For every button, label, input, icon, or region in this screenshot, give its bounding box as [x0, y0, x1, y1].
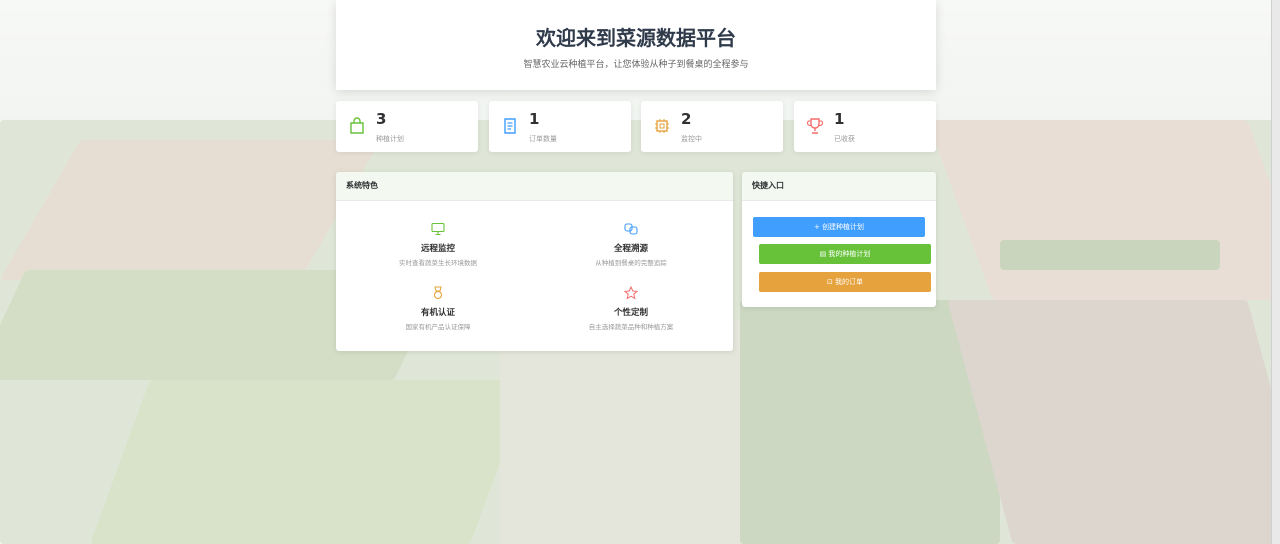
quick-entry-title: 快捷入口 [742, 172, 936, 201]
window-scrollbar[interactable] [1271, 0, 1280, 544]
feature-title: 远程监控 [420, 244, 455, 254]
my-plans-button[interactable]: ▤ 我的种植计划 [759, 244, 931, 264]
feature-desc: 实时查看蔬菜生长环境数据 [399, 259, 477, 267]
stat-label: 监控中 [681, 135, 702, 143]
quick-entry-card: 快捷入口 + 创建种植计划 ▤ 我的种植计划 ⊡ 我的订单 [742, 172, 936, 307]
feature-desc: 从种植到餐桌的完整追踪 [595, 259, 667, 267]
medal-icon [433, 286, 443, 300]
stat-value: 2 [681, 110, 692, 128]
stat-card-plans: 3 种植计划 [336, 101, 478, 152]
link-icon [624, 223, 638, 235]
page-subtitle: 智慧农业云种植平台，让您体验从种子到餐桌的全程参与 [523, 60, 749, 70]
stat-card-orders: 1 订单数量 [489, 101, 631, 152]
feature-desc: 自主选择蔬菜品种和种植方案 [588, 323, 674, 331]
feature-title: 有机认证 [420, 308, 455, 318]
feature-title: 全程溯源 [613, 244, 648, 254]
feature-traceability: 全程溯源 从种植到餐桌的完整追踪 [551, 222, 711, 267]
stat-value: 1 [529, 110, 540, 128]
feature-title: 个性定制 [613, 308, 648, 318]
stat-card-monitoring: 2 监控中 [641, 101, 783, 152]
stat-label: 已收获 [834, 135, 855, 143]
stat-value: 3 [376, 110, 387, 128]
stat-value: 1 [834, 110, 845, 128]
feature-remote-monitoring: 远程监控 实时查看蔬菜生长环境数据 [358, 222, 518, 267]
shopping-bag-icon [350, 117, 364, 134]
features-card: 系统特色 远程监控 实时查看蔬菜生长环境数据 全程溯源 从种植到餐桌的完整追踪 … [336, 172, 733, 351]
monitor-icon [431, 222, 445, 236]
features-card-title: 系统特色 [336, 172, 733, 201]
feature-desc: 国家有机产品认证保障 [405, 323, 471, 331]
chip-icon [655, 119, 669, 133]
trophy-icon [806, 118, 824, 134]
stat-label: 订单数量 [529, 135, 557, 143]
stat-label: 种植计划 [376, 135, 404, 143]
star-icon [624, 286, 638, 300]
welcome-banner: 欢迎来到菜源数据平台 智慧农业云种植平台，让您体验从种子到餐桌的全程参与 [336, 0, 936, 90]
feature-organic-certification: 有机认证 国家有机产品认证保障 [358, 286, 518, 331]
stat-card-harvested: 1 已收获 [794, 101, 936, 152]
my-orders-button[interactable]: ⊡ 我的订单 [759, 272, 931, 292]
page-title: 欢迎来到菜源数据平台 [536, 26, 736, 50]
document-icon [504, 118, 516, 134]
feature-customization: 个性定制 自主选择蔬菜品种和种植方案 [551, 286, 711, 331]
create-plan-button[interactable]: + 创建种植计划 [753, 217, 925, 237]
